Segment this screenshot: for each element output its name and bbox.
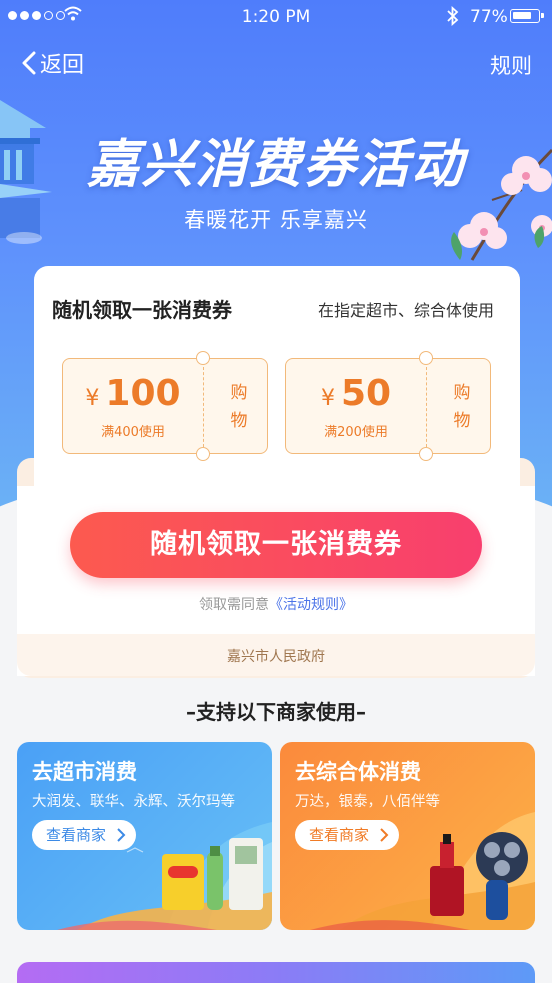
- chevron-right-icon: [380, 828, 389, 842]
- bluetooth-icon: [447, 6, 459, 26]
- coupon-100: ¥100 满400使用 购物: [62, 351, 269, 461]
- coupon-amount: 50: [340, 373, 392, 414]
- view-merchants-button[interactable]: 查看商家: [32, 820, 136, 850]
- merchant-title: 去超市消费: [32, 760, 137, 784]
- coupon-kind-char: 购: [453, 383, 471, 403]
- card-heading: 随机领取一张消费券: [52, 298, 232, 322]
- supermarket-card[interactable]: 去超市消费 大润发、联华、永辉、沃尔玛等 查看商家: [17, 742, 272, 930]
- coupon-kind-char: 物: [453, 411, 471, 431]
- merchant-title: 去综合体消费: [295, 760, 421, 784]
- rules-link[interactable]: 规则: [490, 50, 532, 80]
- merchant-desc: 大润发、联华、永辉、沃尔玛等: [32, 794, 235, 810]
- coupon-condition: 满200使用: [324, 425, 388, 440]
- agreement-prefix: 领取需同意: [199, 597, 269, 613]
- coupon-kind: 购物: [209, 379, 269, 435]
- coupon-kind: 购物: [432, 379, 492, 435]
- view-merchants-label: 查看商家: [309, 826, 370, 844]
- coupon-divider: [426, 367, 427, 447]
- battery-icon: [510, 9, 544, 23]
- issuer-label: 嘉兴市人民政府: [227, 649, 325, 665]
- mall-card[interactable]: 去综合体消费 万达，银泰，八佰伴等 查看商家: [280, 742, 535, 930]
- chevron-right-icon: [117, 828, 126, 842]
- usage-note: 在指定超市、综合体使用: [317, 301, 494, 320]
- coupon-divider: [203, 367, 204, 447]
- chevron-left-icon: [22, 51, 36, 75]
- view-merchants-label: 查看商家: [46, 826, 107, 844]
- coupon-card: 随机领取一张消费券 在指定超市、综合体使用 ¥100 满400使用 购物 ¥50…: [34, 266, 520, 488]
- view-merchants-button[interactable]: 查看商家: [295, 820, 399, 850]
- page: 1:20 PM 77% 返回 规则 嘉兴消费券活动 春暖花开 乐享嘉兴 随机领取…: [0, 0, 552, 983]
- status-bar: 1:20 PM 77%: [0, 0, 552, 34]
- coupon-50: ¥50 满200使用 购物: [285, 351, 492, 461]
- coupon-kind-char: 购: [230, 383, 248, 403]
- currency-symbol: ¥: [320, 386, 335, 411]
- coupon-kind-char: 物: [230, 411, 248, 431]
- page-subtitle: 春暖花开 乐享嘉兴: [184, 208, 368, 232]
- section-title: –支持以下商家使用–: [186, 700, 366, 724]
- activity-rules-link[interactable]: 《活动规则》: [269, 597, 353, 613]
- merchant-desc: 万达，银泰，八佰伴等: [295, 794, 440, 810]
- next-section-card[interactable]: [17, 962, 535, 983]
- back-button[interactable]: 返回: [20, 48, 84, 78]
- agreement-note: 领取需同意《活动规则》: [0, 594, 552, 614]
- currency-symbol: ¥: [85, 386, 100, 411]
- page-title: 嘉兴消费券活动: [86, 135, 465, 195]
- coupon-condition: 满400使用: [101, 425, 165, 440]
- coupon-amount: 100: [105, 373, 181, 414]
- back-label: 返回: [40, 53, 85, 78]
- claim-coupon-button[interactable]: 随机领取一张消费券: [70, 512, 482, 578]
- battery-percent: 77%: [470, 7, 508, 27]
